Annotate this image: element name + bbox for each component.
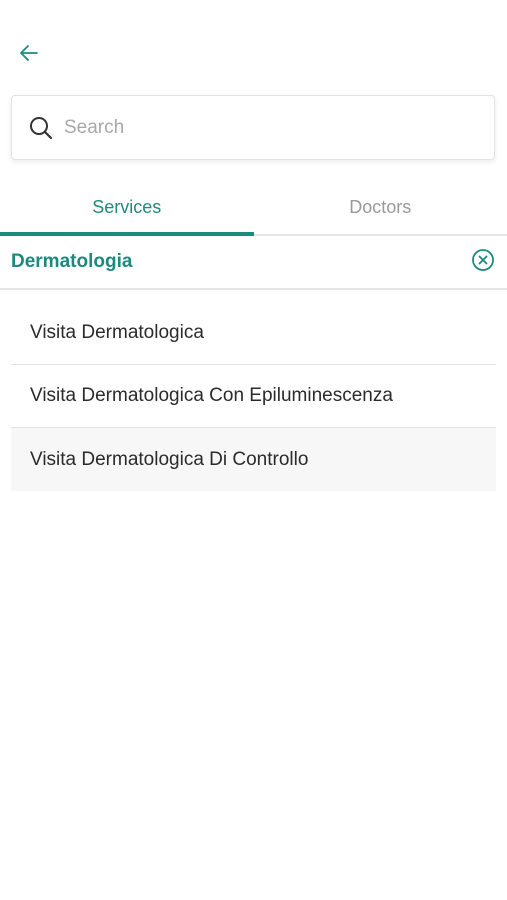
tab-bar: Services Doctors (0, 180, 507, 236)
tab-services[interactable]: Services (0, 180, 254, 236)
clear-filter-button[interactable] (470, 248, 496, 277)
list-item[interactable]: Visita Dermatologica (11, 302, 496, 365)
search-icon (28, 115, 54, 141)
search-bar[interactable] (11, 95, 495, 160)
tab-services-label: Services (92, 196, 162, 217)
results-list: Visita Dermatologica Visita Dermatologic… (11, 302, 496, 491)
tab-doctors-label: Doctors (349, 196, 412, 217)
list-item-label: Visita Dermatologica Di Controllo (30, 448, 309, 470)
close-circle-icon (471, 248, 495, 277)
filter-label: Dermatologia (11, 251, 133, 272)
search-input[interactable] (62, 106, 494, 149)
list-item-label: Visita Dermatologica (30, 322, 204, 343)
tab-doctors[interactable]: Doctors (254, 180, 507, 234)
back-button[interactable] (14, 40, 44, 70)
active-filter: Dermatologia (0, 236, 507, 290)
arrow-left-icon (18, 42, 40, 69)
list-item[interactable]: Visita Dermatologica Con Epiluminescenza (11, 365, 496, 428)
list-item-label: Visita Dermatologica Con Epiluminescenza (30, 385, 393, 406)
list-item[interactable]: Visita Dermatologica Di Controllo (11, 428, 496, 491)
